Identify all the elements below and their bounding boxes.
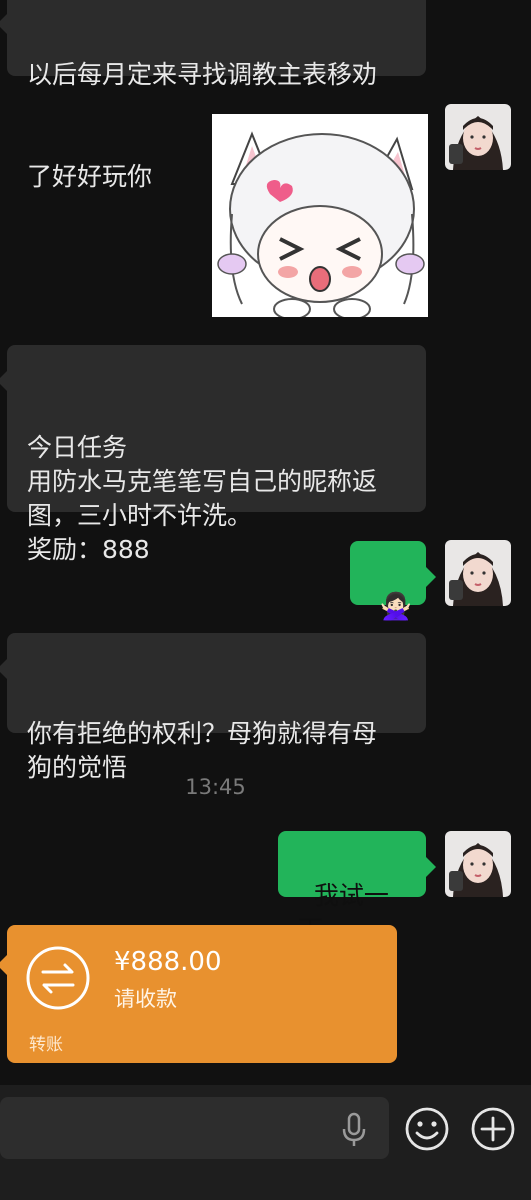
reply-message-bubble[interactable]: 你有拒绝的权利？母狗就得有母 狗的觉悟 xyxy=(0,633,426,782)
message-text-line1: 以后每月定来寻找调教主表移劝 xyxy=(27,60,378,89)
transfer-card[interactable]: ¥888.00 请收款 转账 xyxy=(0,925,397,1063)
message-input[interactable] xyxy=(0,1097,389,1159)
emoji-icon[interactable] xyxy=(404,1106,450,1152)
avatar-portrait xyxy=(445,831,511,897)
plus-icon[interactable] xyxy=(470,1106,516,1152)
emoji-message-bubble[interactable]: 🙅🏻‍♀️ xyxy=(350,541,436,622)
user-avatar[interactable] xyxy=(445,831,511,897)
transfer-amount: ¥888.00 xyxy=(114,947,222,977)
sticker-message[interactable] xyxy=(212,114,428,317)
transfer-arrows-icon xyxy=(26,946,90,1010)
gesture-emoji: 🙅🏻‍♀️ xyxy=(379,592,413,622)
timestamp: 13:45 xyxy=(185,775,246,799)
user-avatar[interactable] xyxy=(445,104,511,170)
my-reply-bubble[interactable]: 我试一下 xyxy=(278,831,436,944)
transfer-footer: 转账 xyxy=(29,1035,63,1055)
user-avatar[interactable] xyxy=(445,540,511,606)
anime-cat-girl-sticker xyxy=(212,114,428,317)
message-bubble-partial[interactable]: 以后每月定来寻找调教主表移劝 了好好玩你 xyxy=(0,0,426,191)
transfer-subtitle: 请收款 xyxy=(114,987,177,1011)
input-bar xyxy=(0,1085,531,1200)
task-message-bubble[interactable]: 今日任务 用防水马克笔笔写自己的昵称返 图，三小时不许洗。 奖励：888 xyxy=(0,345,426,564)
avatar-portrait xyxy=(445,104,511,170)
avatar-portrait xyxy=(445,540,511,606)
microphone-icon[interactable] xyxy=(341,1112,367,1148)
